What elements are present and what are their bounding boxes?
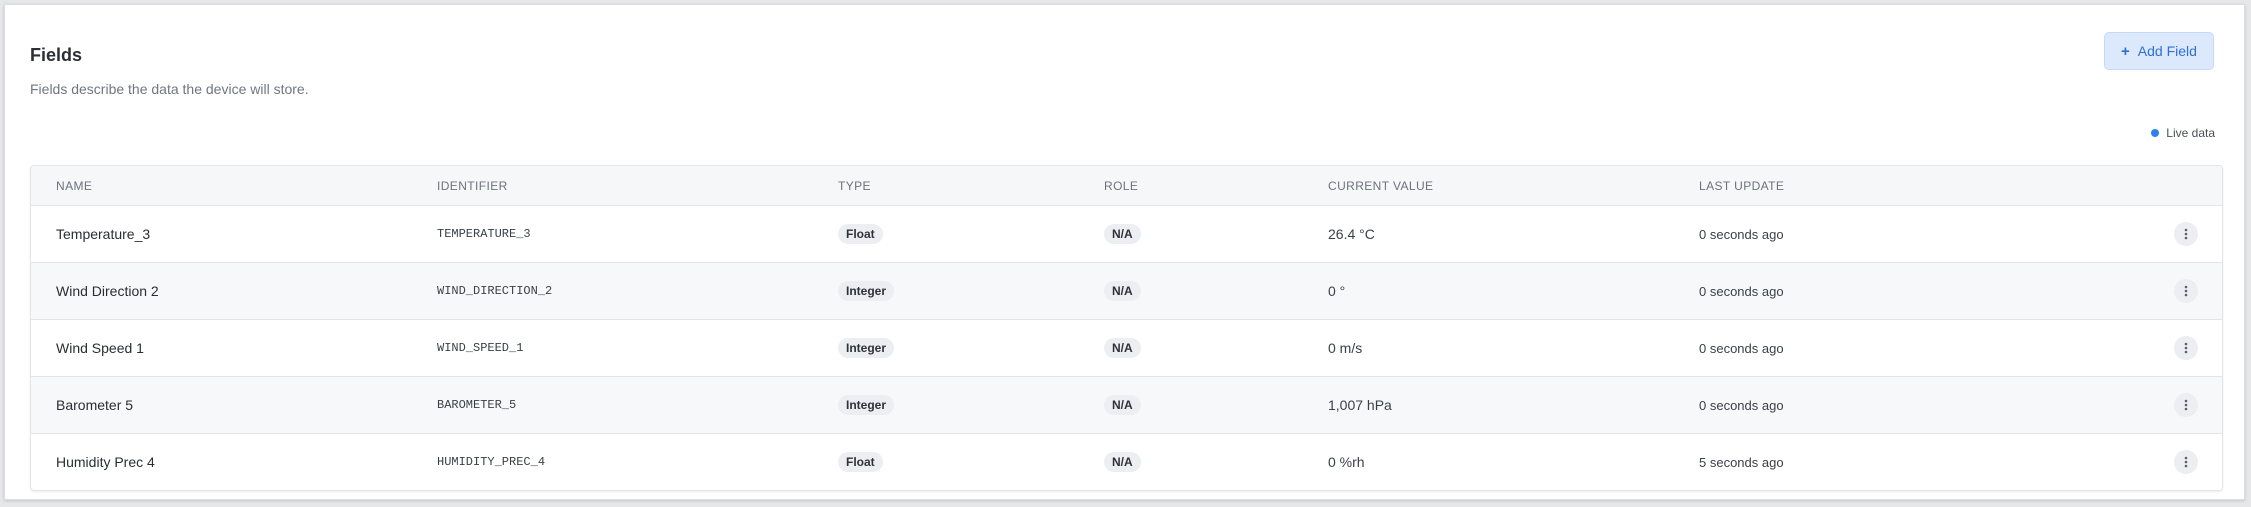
field-last-update: 5 seconds ago (1699, 454, 1784, 470)
field-last-update: 0 seconds ago (1699, 283, 1784, 299)
table-row[interactable]: Wind Speed 1 WIND_SPEED_1 Integer N/A 0 … (31, 320, 2222, 377)
page-title: Fields (30, 45, 83, 65)
field-role: N/A (1104, 206, 1141, 262)
role-badge: N/A (1104, 281, 1141, 301)
row-menu (2174, 377, 2198, 433)
field-identifier: TEMPERATURE_3 (437, 227, 531, 241)
type-badge: Integer (838, 281, 895, 301)
field-role: N/A (1104, 434, 1141, 490)
fields-card: Fields Fields describe the data the devi… (4, 4, 2245, 500)
field-type: Float (838, 434, 883, 490)
field-current-value: 1,007 hPa (1328, 397, 1392, 413)
field-type: Integer (838, 263, 895, 319)
field-type: Float (838, 206, 883, 262)
more-vertical-icon[interactable] (2174, 222, 2198, 246)
field-last-update: 0 seconds ago (1699, 226, 1784, 242)
type-badge: Integer (838, 338, 895, 358)
field-current-value: 0 ° (1328, 283, 1346, 299)
field-type: Integer (838, 320, 895, 376)
more-vertical-icon[interactable] (2174, 450, 2198, 474)
type-badge: Float (838, 452, 883, 472)
field-last-update: 0 seconds ago (1699, 397, 1784, 413)
field-name: Temperature_3 (56, 226, 151, 242)
live-dot-icon (2151, 129, 2160, 137)
fields-table: Name Identifier Type Role Current Value … (30, 165, 2223, 491)
table-header: Name Identifier Type Role Current Value … (31, 166, 2222, 206)
table-body: Temperature_3 TEMPERATURE_3 Float N/A 26… (31, 206, 2222, 490)
row-menu (2174, 263, 2198, 319)
add-field-label: Add Field (2137, 43, 2197, 59)
field-identifier: HUMIDITY_PREC_4 (437, 455, 546, 469)
type-badge: Float (838, 224, 883, 244)
field-name: Barometer 5 (56, 397, 134, 413)
table-row[interactable]: Temperature_3 TEMPERATURE_3 Float N/A 26… (31, 206, 2222, 263)
row-menu (2174, 320, 2198, 376)
table-row[interactable]: Barometer 5 BAROMETER_5 Integer N/A 1,00… (31, 377, 2222, 434)
field-type: Integer (838, 377, 895, 433)
table-row[interactable]: Wind Direction 2 WIND_DIRECTION_2 Intege… (31, 263, 2222, 320)
field-identifier: BAROMETER_5 (437, 398, 517, 412)
live-data-label: Live data (2166, 126, 2215, 140)
column-header-last-update[interactable]: Last Update (1699, 166, 1784, 206)
more-vertical-icon[interactable] (2174, 279, 2198, 303)
column-header-identifier[interactable]: Identifier (437, 166, 508, 206)
add-field-button[interactable]: + Add Field (2104, 32, 2214, 70)
field-name: Humidity Prec 4 (56, 454, 155, 470)
field-current-value: 0 %rh (1328, 454, 1365, 470)
field-role: N/A (1104, 377, 1141, 433)
more-vertical-icon[interactable] (2174, 336, 2198, 360)
row-menu (2174, 434, 2198, 490)
role-badge: N/A (1104, 452, 1141, 472)
page-subtitle: Fields describe the data the device will… (30, 81, 309, 97)
row-menu (2174, 206, 2198, 262)
column-header-current-value[interactable]: Current Value (1328, 166, 1433, 206)
table-row[interactable]: Humidity Prec 4 HUMIDITY_PREC_4 Float N/… (31, 434, 2222, 490)
type-badge: Integer (838, 395, 895, 415)
field-role: N/A (1104, 320, 1141, 376)
field-name: Wind Direction 2 (56, 283, 159, 299)
column-header-name[interactable]: Name (56, 166, 92, 206)
field-last-update: 0 seconds ago (1699, 340, 1784, 356)
field-identifier: WIND_SPEED_1 (437, 341, 524, 355)
field-role: N/A (1104, 263, 1141, 319)
role-badge: N/A (1104, 338, 1141, 358)
column-header-role[interactable]: Role (1104, 166, 1138, 206)
field-name: Wind Speed 1 (56, 340, 144, 356)
column-header-type[interactable]: Type (838, 166, 871, 206)
plus-icon: + (2121, 42, 2130, 60)
field-current-value: 0 m/s (1328, 340, 1363, 356)
live-data-indicator: Live data (2151, 126, 2215, 140)
role-badge: N/A (1104, 395, 1141, 415)
field-identifier: WIND_DIRECTION_2 (437, 284, 553, 298)
field-current-value: 26.4 °C (1328, 226, 1375, 242)
more-vertical-icon[interactable] (2174, 393, 2198, 417)
role-badge: N/A (1104, 224, 1141, 244)
